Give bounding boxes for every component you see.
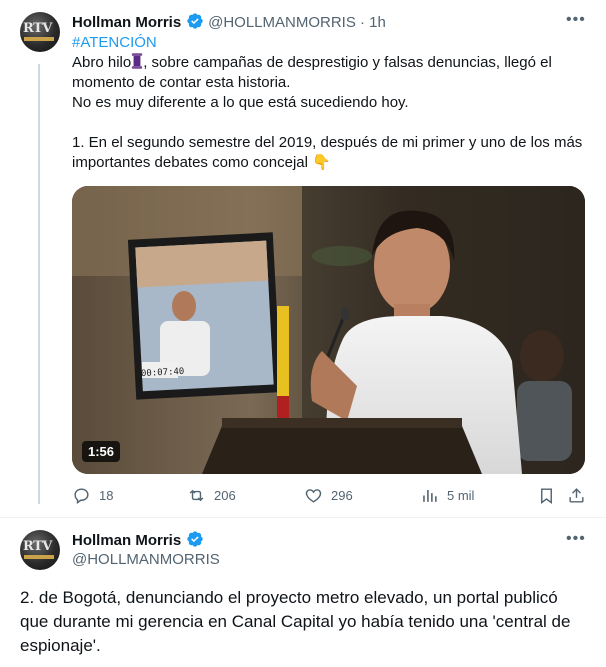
avatar-logo-text: RTV: [23, 539, 52, 554]
tweet-header: Hollman Morris: [72, 530, 204, 550]
text-line: espionaje'.: [20, 636, 101, 655]
share-icon: [569, 488, 584, 503]
avatar[interactable]: RTV: [20, 530, 60, 570]
text-line: Abro hilo , sobre campañas de desprestigi…: [72, 53, 592, 73]
heart-icon: [305, 489, 322, 503]
video-duration-badge: 1:56: [82, 441, 121, 462]
bookmark-button[interactable]: [537, 486, 556, 505]
text-line: No es muy diferente a lo que está sucedi…: [72, 94, 409, 111]
more-options-icon[interactable]: •••: [566, 11, 586, 29]
like-button[interactable]: 296: [304, 486, 353, 505]
tweet-body: 2. de Bogotá, denunciando el proyecto me…: [20, 586, 600, 658]
verified-badge-icon: [186, 531, 203, 547]
video-player[interactable]: 00:07:40 1:56: [72, 186, 585, 474]
text-line: importantes debates como concejal 👇: [72, 153, 592, 173]
thread-line: [38, 64, 40, 504]
hashtag-link[interactable]: #ATENCIÓN: [72, 33, 592, 53]
text-line: 1. En el segundo semestre del 2019, desp…: [72, 134, 583, 151]
text-line: 2. de Bogotá, denunciando el proyecto me…: [20, 588, 558, 607]
handle-and-time[interactable]: @HOLLMANMORRIS · 1h: [208, 14, 386, 31]
views-count: 5 mil: [447, 488, 475, 503]
tweet-header: Hollman Morris @HOLLMANMORRIS · 1h: [72, 12, 386, 32]
views-button[interactable]: 5 mil: [420, 486, 474, 505]
text-line: momento de contar esta historia.: [72, 74, 291, 91]
text-segment: importantes debates como concejal: [72, 154, 308, 171]
reply-icon: [74, 488, 89, 505]
avatar-logo-bar: [24, 555, 54, 559]
reply-count: 18: [99, 488, 114, 503]
text-line: que durante mi gerencia en Canal Capital…: [20, 612, 571, 631]
divider: [0, 517, 606, 518]
repost-icon: [189, 489, 204, 502]
text-segment: Abro hilo: [72, 54, 132, 71]
video-frame: [72, 186, 585, 474]
more-options-icon[interactable]: •••: [566, 530, 586, 548]
verified-badge-icon: [186, 13, 203, 29]
text-segment: , sobre campañas de desprestigio y falsa…: [143, 54, 552, 71]
tweet-body: #ATENCIÓN Abro hilo , sobre campañas de d…: [72, 33, 592, 173]
repost-count: 206: [214, 488, 236, 503]
avatar-logo-bar: [24, 37, 54, 41]
pointing-down-emoji: 👇: [312, 154, 331, 171]
bookmark-icon: [541, 488, 552, 505]
like-count: 296: [331, 488, 353, 503]
reply-button[interactable]: 18: [72, 486, 113, 505]
avatar[interactable]: RTV: [20, 12, 60, 52]
thread-spool-icon: [132, 53, 143, 69]
views-chart-icon: [423, 489, 437, 502]
author-name[interactable]: Hollman Morris: [72, 14, 181, 31]
avatar-logo-text: RTV: [23, 21, 52, 36]
handle[interactable]: @HOLLMANMORRIS: [72, 551, 220, 568]
share-button[interactable]: [567, 486, 586, 505]
author-name[interactable]: Hollman Morris: [72, 532, 181, 549]
repost-button[interactable]: 206: [187, 486, 236, 505]
